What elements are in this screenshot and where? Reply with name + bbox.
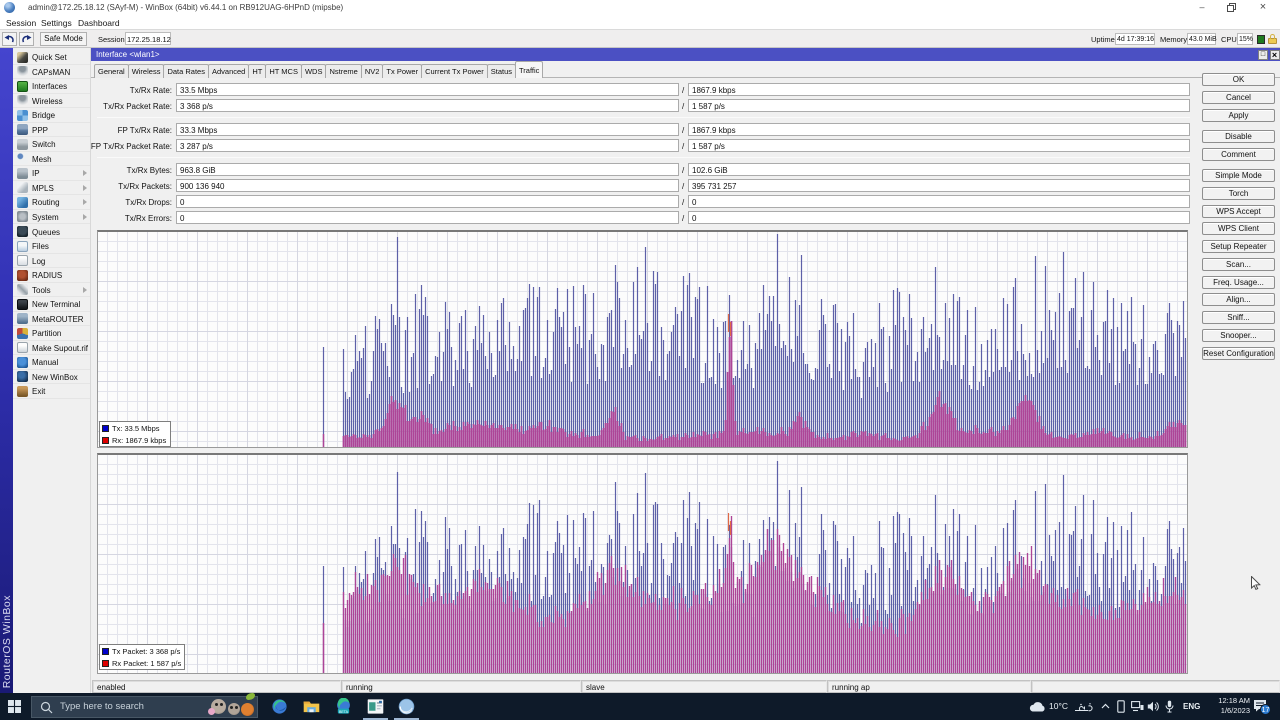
svg-text:BETA: BETA <box>339 710 349 714</box>
